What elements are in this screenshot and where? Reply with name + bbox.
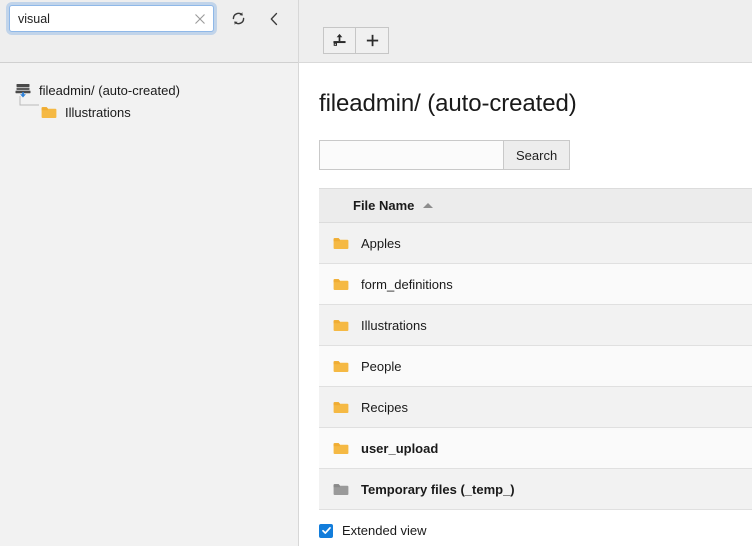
table-row[interactable]: People	[319, 346, 752, 387]
file-name-label: form_definitions	[361, 277, 453, 292]
file-browser-app: fileadmin/ (auto-created) Illustrations	[0, 0, 752, 546]
file-list-body: Apples	[319, 223, 752, 510]
sort-ascending-icon[interactable]	[423, 203, 433, 208]
file-name-label: Recipes	[361, 400, 408, 415]
table-row[interactable]: Illustrations	[319, 305, 752, 346]
main-toolbar	[299, 0, 752, 63]
main-body: fileadmin/ (auto-created) Search File Na…	[299, 63, 752, 546]
toolbar-button-group	[323, 27, 389, 54]
folder-icon	[333, 440, 349, 456]
tree-item-root[interactable]: fileadmin/ (auto-created)	[0, 79, 298, 101]
refresh-button[interactable]	[224, 5, 252, 32]
upload-icon	[331, 32, 348, 49]
tree-search-field[interactable]	[9, 5, 214, 32]
folder-icon	[333, 317, 349, 333]
search-submit-button[interactable]: Search	[504, 140, 570, 170]
folder-icon	[333, 235, 349, 251]
plus-icon	[364, 32, 381, 49]
tree-search-input[interactable]	[10, 6, 213, 31]
file-list-head: File Name	[319, 189, 752, 223]
create-new-button[interactable]	[356, 27, 389, 54]
file-name-label: user_upload	[361, 441, 438, 456]
table-row[interactable]: user_upload	[319, 428, 752, 469]
collapse-panel-button[interactable]	[260, 5, 288, 32]
checkbox-checked-icon[interactable]	[319, 524, 333, 538]
table-row[interactable]: Apples	[319, 223, 752, 264]
file-name-label: Temporary files (_temp_)	[361, 482, 515, 497]
table-row[interactable]: Temporary files (_temp_)	[319, 469, 752, 510]
file-name-label: Illustrations	[361, 318, 427, 333]
file-search-input[interactable]	[319, 140, 504, 170]
tree-item-illustrations[interactable]: Illustrations	[0, 101, 298, 123]
folder-tree: fileadmin/ (auto-created) Illustrations	[0, 63, 298, 546]
folder-icon	[333, 399, 349, 415]
file-search-form: Search	[319, 140, 752, 170]
column-header-label: File Name	[353, 198, 414, 213]
folder-icon	[40, 104, 58, 120]
tree-item-label: fileadmin/ (auto-created)	[39, 83, 180, 98]
folder-icon	[333, 276, 349, 292]
tree-item-label: Illustrations	[65, 105, 131, 120]
sidebar-header	[0, 0, 298, 63]
refresh-icon	[230, 10, 247, 27]
extended-view-label: Extended view	[342, 523, 427, 538]
file-list-table: File Name	[319, 188, 752, 510]
drive-icon	[14, 82, 32, 98]
file-name-label: Apples	[361, 236, 401, 251]
file-name-label: People	[361, 359, 401, 374]
chevron-left-icon	[267, 11, 281, 27]
page-title: fileadmin/ (auto-created)	[319, 90, 752, 118]
clear-icon[interactable]	[193, 12, 207, 26]
table-header-row: File Name	[319, 189, 752, 223]
column-header-file-name[interactable]: File Name	[319, 189, 752, 223]
folder-icon	[333, 358, 349, 374]
sidebar: fileadmin/ (auto-created) Illustrations	[0, 0, 299, 546]
extended-view-toggle[interactable]: Extended view	[319, 523, 752, 538]
table-row[interactable]: form_definitions	[319, 264, 752, 305]
upload-files-button[interactable]	[323, 27, 356, 54]
folder-gray-icon	[333, 481, 349, 497]
main-panel: fileadmin/ (auto-created) Search File Na…	[299, 0, 752, 546]
table-row[interactable]: Recipes	[319, 387, 752, 428]
